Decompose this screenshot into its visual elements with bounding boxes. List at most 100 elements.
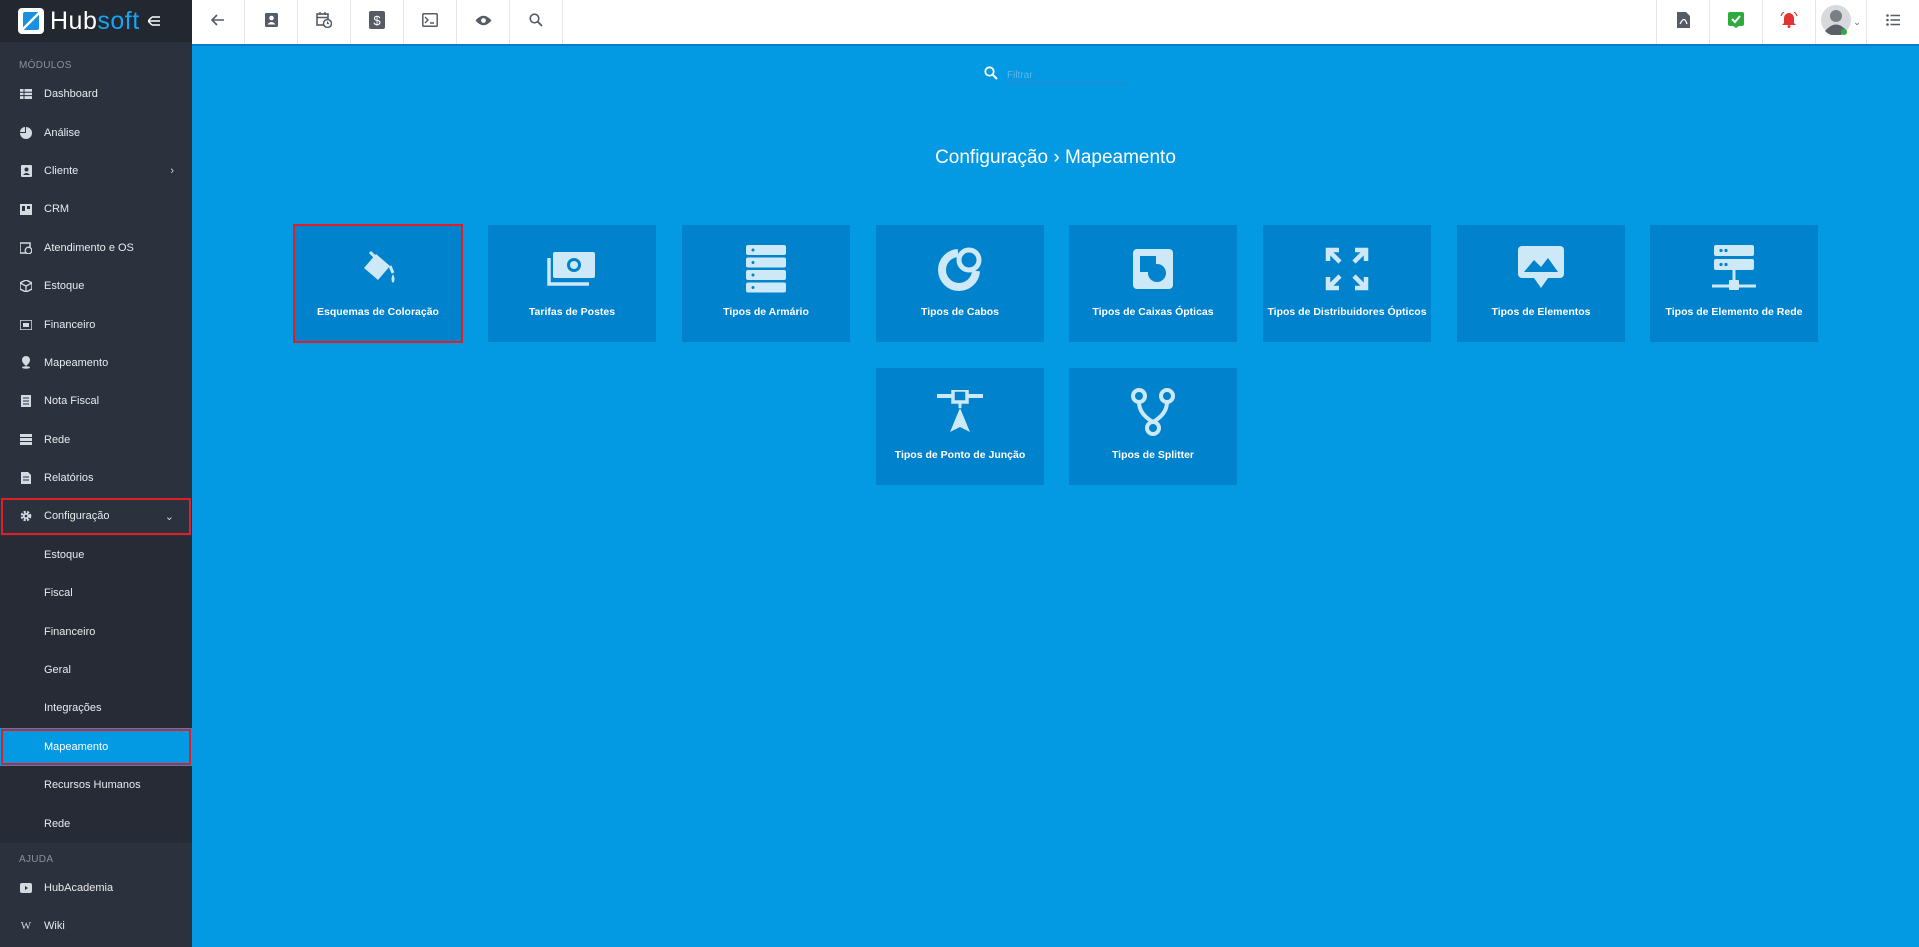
tile-tipos-de-armario[interactable]: Tipos de Armário [682, 225, 850, 342]
sidebar-item-relatorios[interactable]: Relatórios [0, 459, 192, 497]
video-icon [19, 881, 33, 895]
finance-button[interactable]: $ [351, 0, 404, 44]
submenu-item-recursos-humanos[interactable]: Recursos Humanos [0, 766, 192, 804]
money-icon [19, 318, 33, 332]
configuracao-submenu: Estoque Fiscal Financeiro Geral Integraç… [0, 535, 192, 843]
pdf-button[interactable] [1656, 0, 1709, 44]
cable-ring-icon [936, 245, 984, 293]
server-rack-icon [746, 245, 786, 293]
sidebar-item-crm[interactable]: CRM [0, 190, 192, 228]
contact-card-icon [19, 164, 33, 178]
chevron-right-icon: › [170, 164, 174, 177]
sidebar-item-atendimento[interactable]: Atendimento e OS [0, 229, 192, 267]
list-menu-icon [1886, 13, 1900, 31]
gear-icon [19, 509, 33, 523]
expand-arrows-icon [1325, 245, 1369, 293]
search-icon [984, 66, 998, 85]
submenu-item-fiscal[interactable]: Fiscal [0, 574, 192, 612]
submenu-item-mapeamento[interactable]: Mapeamento [0, 727, 192, 767]
logo-bar: Hubsoft [0, 0, 192, 42]
sidebar-item-label: Relatórios [44, 472, 94, 485]
sidebar-item-label: Nota Fiscal [44, 395, 100, 408]
sidebar-item-configuracao[interactable]: Configuração ⌄ [0, 497, 192, 535]
svg-text:$: $ [373, 13, 381, 28]
sidebar-item-label: Estoque [44, 280, 85, 293]
tile-tipos-de-caixas-opticas[interactable]: Tipos de Caixas Ópticas [1069, 225, 1237, 342]
tile-tarifas-de-postes[interactable]: Tarifas de Postes [488, 225, 656, 342]
tile-tipos-de-distribuidores-opticos[interactable]: Tipos de Distribuidores Ópticos [1263, 225, 1431, 342]
money-bills-icon [547, 245, 597, 293]
paint-bucket-icon [356, 245, 400, 293]
main-content: Configuração › Mapeamento Esquemas de Co… [192, 46, 1919, 947]
calendar-clock-icon [316, 11, 333, 33]
sidebar-item-label: CRM [44, 203, 70, 216]
submenu-item-estoque[interactable]: Estoque [0, 536, 192, 574]
server-icon [19, 433, 33, 447]
back-arrow-icon [210, 13, 225, 31]
search-button[interactable] [510, 0, 563, 44]
sidebar-item-financeiro[interactable]: Financeiro [0, 305, 192, 343]
sidebar-item-label: HubAcademia [44, 882, 114, 894]
sidebar-item-label: Atendimento e OS [44, 241, 134, 254]
network-server-icon [1712, 245, 1756, 293]
table-icon [19, 87, 33, 101]
breadcrumb-parent[interactable]: Configuração [935, 147, 1048, 168]
report-icon [19, 471, 33, 485]
tile-label: Tarifas de Postes [528, 306, 616, 318]
collapse-sidebar-icon[interactable] [147, 13, 160, 29]
sidebar-item-dashboard[interactable]: Dashboard [0, 75, 192, 113]
sidebar-item-cliente[interactable]: Cliente › [0, 152, 192, 190]
terminal-button[interactable] [404, 0, 457, 44]
sidebar-item-nota-fiscal[interactable]: Nota Fiscal [0, 382, 192, 420]
dollar-icon: $ [369, 10, 385, 34]
sidebar-item-mapeamento[interactable]: Mapeamento [0, 344, 192, 382]
board-icon [19, 202, 33, 216]
page-title: Configuração › Mapeamento [192, 147, 1919, 169]
user-avatar-icon [1821, 4, 1852, 40]
hubsoft-logo-icon[interactable] [18, 8, 44, 34]
pdf-icon [1676, 11, 1690, 33]
topbar: $ ⌄ [192, 0, 1919, 46]
alarms-button[interactable] [1762, 0, 1815, 44]
breadcrumb-separator: › [1053, 147, 1060, 168]
sidebar-item-rede[interactable]: Rede [0, 421, 192, 459]
tasks-button[interactable] [1709, 0, 1762, 44]
chevron-down-icon: ⌄ [1853, 16, 1861, 27]
tile-tipos-de-cabos[interactable]: Tipos de Cabos [876, 225, 1044, 342]
sidebar-item-wiki[interactable]: W Wiki [0, 907, 192, 945]
view-button[interactable] [457, 0, 510, 44]
alarm-bell-icon [1780, 10, 1798, 33]
tile-tipos-de-ponto-de-juncao[interactable]: Tipos de Ponto de Junção [876, 368, 1044, 485]
box-icon [19, 279, 33, 293]
topbar-right: ⌄ [1656, 0, 1919, 44]
tile-tipos-de-splitter[interactable]: Tipos de Splitter [1069, 368, 1237, 485]
search-icon [529, 12, 543, 32]
tile-tipos-de-elementos[interactable]: Tipos de Elementos [1457, 225, 1625, 342]
tile-tipos-de-elemento-de-rede[interactable]: Tipos de Elemento de Rede [1650, 225, 1818, 342]
tile-label: Esquemas de Coloração [317, 306, 439, 318]
tile-label: Tipos de Cabos [921, 306, 999, 318]
junction-point-icon [937, 388, 983, 436]
sidebar-item-hubacademia[interactable]: HubAcademia [0, 869, 192, 907]
image-pin-icon [1518, 245, 1564, 293]
scheduling-button[interactable] [298, 0, 351, 44]
submenu-item-geral[interactable]: Geral [0, 651, 192, 689]
user-menu-button[interactable]: ⌄ [1815, 0, 1866, 44]
tile-label: Tipos de Caixas Ópticas [1092, 306, 1214, 318]
filter-input[interactable] [1006, 67, 1128, 84]
options-button[interactable] [1866, 0, 1919, 44]
logo-text[interactable]: Hubsoft [50, 7, 140, 36]
sidebar-item-label: Dashboard [44, 88, 98, 101]
sidebar-item-estoque[interactable]: Estoque [0, 267, 192, 305]
submenu-item-rede[interactable]: Rede [0, 804, 192, 842]
contact-icon [264, 12, 278, 32]
submenu-item-financeiro[interactable]: Financeiro [0, 612, 192, 650]
sidebar-item-analise[interactable]: Análise [0, 113, 192, 151]
submenu-item-integracoes[interactable]: Integrações [0, 689, 192, 727]
tile-label: Tipos de Elementos [1491, 306, 1591, 318]
tile-esquemas-de-coloracao[interactable]: Esquemas de Coloração [293, 224, 463, 343]
tile-label: Tipos de Distribuidores Ópticos [1267, 306, 1427, 318]
contacts-button[interactable] [245, 0, 298, 44]
back-button[interactable] [192, 0, 245, 44]
